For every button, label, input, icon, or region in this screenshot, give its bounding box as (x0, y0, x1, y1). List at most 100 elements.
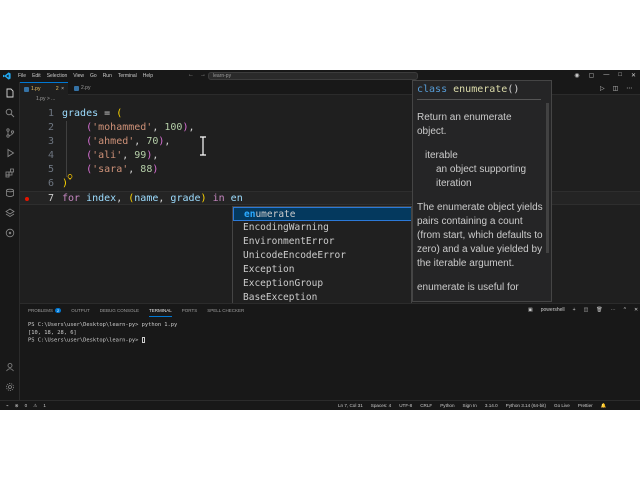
terminal-output[interactable]: PS C:\Users\user\Desktop\learn-py> pytho… (28, 322, 177, 345)
doc-param-desc: an object supporting iteration (436, 164, 527, 189)
close-panel-icon[interactable]: ✕ (634, 307, 638, 313)
doc-paragraph: The enumerate object yields pairs contai… (417, 202, 543, 269)
suggestion-item[interactable]: UnicodeEncodeError (233, 249, 411, 263)
status-left: ⌁ ⊗ 0 ⚠ 1 (6, 401, 46, 410)
menu-help[interactable]: Help (143, 73, 153, 79)
status-right: Ln 7, Col 31 Spaces: 4 UTF-8 CRLF Python… (338, 401, 606, 410)
minimize-icon[interactable]: — (603, 72, 609, 79)
status-bar: ⌁ ⊗ 0 ⚠ 1 Ln 7, Col 31 Spaces: 4 UTF-8 CRL… (0, 400, 640, 410)
doc-param-name: iterable (425, 150, 458, 161)
tab-terminal[interactable]: TERMINAL (149, 306, 172, 317)
menu-selection[interactable]: Selection (47, 73, 68, 79)
settings-gear-icon[interactable] (5, 382, 15, 392)
menu-terminal[interactable]: Terminal (118, 73, 137, 79)
menu-edit[interactable]: Edit (32, 73, 41, 79)
maximize-panel-icon[interactable]: ^ (624, 307, 626, 313)
mouse-ibeam-cursor-icon (200, 136, 206, 156)
tab-ports[interactable]: PORTS (182, 306, 197, 317)
indentation[interactable]: Spaces: 4 (371, 401, 391, 410)
close-window-icon[interactable]: ✕ (631, 72, 636, 79)
kill-terminal-icon[interactable]: 🗑 (596, 307, 602, 313)
terminal-shell-icon: ▣ (528, 307, 533, 313)
tab-spell-checker[interactable]: SPELL CHECKER (207, 306, 244, 317)
search-icon[interactable] (5, 108, 15, 118)
suggestion-label: UnicodeEncodeError (243, 250, 346, 261)
source-control-icon[interactable] (5, 128, 15, 138)
end-of-line[interactable]: CRLF (420, 401, 432, 410)
indent-guide (66, 121, 67, 177)
line-number: 1 (47, 108, 54, 119)
maximize-icon[interactable]: □ (618, 72, 622, 79)
line-number: 2 (47, 122, 54, 133)
suggestion-item[interactable]: EncodingWarning (233, 221, 411, 235)
menu-file[interactable]: File (18, 73, 26, 79)
terminal-prompt: PS C:\Users\user\Desktop\learn-py> (28, 337, 142, 344)
doc-sig-keyword: class (417, 84, 448, 95)
encoding[interactable]: UTF-8 (399, 401, 412, 410)
line-text: ('mohammed', 100), (86, 122, 195, 133)
panel-toolbar: ▣ powershell + ◫ 🗑 ⋯ ^ ✕ (528, 307, 638, 313)
suggestion-item[interactable]: enumerate (233, 207, 411, 221)
shell-name[interactable]: powershell (541, 307, 565, 313)
terminal-line: PS C:\Users\user\Desktop\learn-py> pytho… (28, 322, 178, 328)
tab-label: 2.py (81, 85, 91, 91)
copilot-icon[interactable]: ◉ (574, 72, 579, 79)
tab-label: 1.py (31, 86, 41, 92)
layers-icon[interactable] (5, 208, 15, 218)
sign-in[interactable]: Sign In (463, 401, 477, 410)
more-actions-icon[interactable]: ⋯ (611, 307, 616, 313)
suggestion-item[interactable]: Exception (233, 263, 411, 277)
line-text: ('ali', 99), (86, 150, 159, 161)
error-count: 0 (24, 403, 28, 408)
vscode-logo-icon (3, 72, 11, 80)
tab-1-py[interactable]: 1.py 2 × (20, 82, 68, 95)
panel-tabs: PROBLEMS 2 OUTPUT DEBUG CONSOLE TERMINAL … (28, 306, 244, 317)
explorer-icon[interactable] (5, 88, 15, 98)
run-debug-icon[interactable] (5, 148, 15, 158)
account-icon[interactable] (5, 362, 15, 372)
add-terminal-icon[interactable]: + (573, 307, 576, 313)
run-file-icon[interactable]: ▷ (600, 85, 605, 92)
python-version[interactable]: 3.14.0 (485, 401, 498, 410)
menu-run[interactable]: Run (103, 73, 112, 79)
language-mode[interactable]: Python (440, 401, 454, 410)
suggestion-item[interactable]: EnvironmentError (233, 235, 411, 249)
layout-icon[interactable]: ▢ (589, 72, 595, 79)
python-file-icon (74, 86, 79, 91)
back-arrow-icon[interactable]: ← (188, 72, 194, 78)
python-interpreter[interactable]: Python 3.14 (64-bit) (506, 401, 546, 410)
database-icon[interactable] (5, 188, 15, 198)
extensions-icon[interactable] (5, 168, 15, 178)
python-file-icon (24, 87, 29, 92)
suggestion-item[interactable]: ExceptionGroup (233, 277, 411, 291)
command-center-search[interactable]: learn-py (208, 72, 418, 80)
notifications-bell-icon[interactable]: 🔔 (601, 401, 607, 410)
split-terminal-icon[interactable]: ◫ (584, 307, 589, 313)
lightbulb-icon[interactable] (67, 174, 73, 180)
menu-go[interactable]: Go (90, 73, 97, 79)
remote-explorer-icon[interactable] (5, 228, 15, 238)
menu-view[interactable]: View (73, 73, 84, 79)
tab-2-py[interactable]: 2.py (70, 82, 110, 95)
warning-count: 1 (43, 403, 46, 408)
tab-debug-console[interactable]: DEBUG CONSOLE (100, 306, 139, 317)
warning-icon[interactable]: ⚠ (33, 401, 37, 410)
forward-arrow-icon[interactable]: → (200, 72, 206, 78)
activity-bar (0, 82, 20, 400)
line-number: 7 (47, 193, 54, 204)
prettier[interactable]: Prettier (578, 401, 593, 410)
doc-scrollbar[interactable] (546, 103, 549, 253)
line-text: grades = ( (62, 108, 123, 119)
remote-indicator-icon[interactable]: ⌁ (6, 401, 9, 410)
go-live[interactable]: Go Live (554, 401, 570, 410)
nav-arrows: ← → (188, 72, 206, 78)
tab-problems[interactable]: PROBLEMS 2 (28, 306, 62, 317)
line-number: 5 (47, 164, 54, 175)
more-actions-icon[interactable]: ⋯ (626, 85, 632, 92)
split-editor-icon[interactable]: ◫ (613, 85, 619, 92)
tab-output[interactable]: OUTPUT (71, 306, 90, 317)
error-icon[interactable]: ⊗ (15, 401, 19, 410)
tab-problem-badge: 2 (55, 86, 59, 92)
doc-separator (417, 99, 541, 100)
cursor-position[interactable]: Ln 7, Col 31 (338, 401, 363, 410)
